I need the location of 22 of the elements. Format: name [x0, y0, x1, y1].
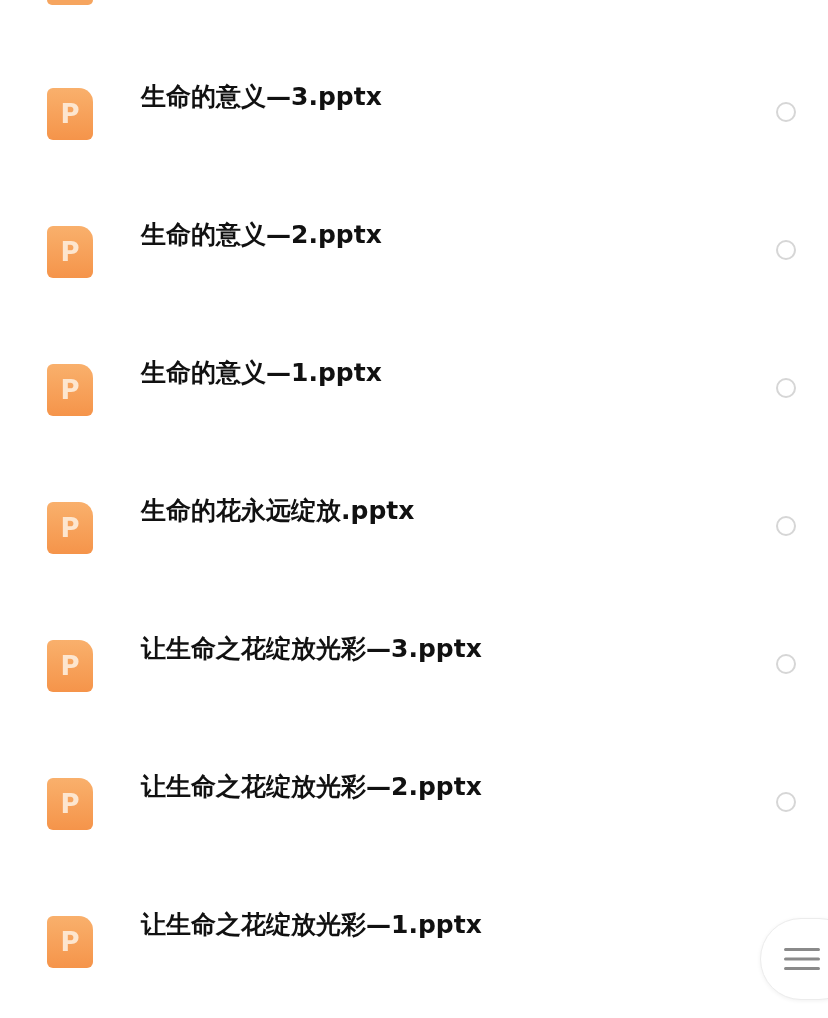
select-radio[interactable]: [776, 516, 796, 536]
file-icon: [47, 0, 93, 5]
file-icon: P: [47, 364, 93, 416]
file-icon: P: [47, 88, 93, 140]
file-icon: P: [47, 778, 93, 830]
file-name[interactable]: 生命的意义—2.pptx: [141, 220, 382, 250]
file-icon: P: [47, 640, 93, 692]
file-name[interactable]: 生命的意义—3.pptx: [141, 82, 382, 112]
select-radio[interactable]: [776, 378, 796, 398]
select-radio[interactable]: [776, 102, 796, 122]
select-radio[interactable]: [776, 792, 796, 812]
file-name[interactable]: 让生命之花绽放光彩—3.pptx: [141, 634, 482, 664]
file-icon: P: [47, 916, 93, 968]
select-radio[interactable]: [776, 240, 796, 260]
file-name[interactable]: 生命的意义—1.pptx: [141, 358, 382, 388]
file-name[interactable]: 让生命之花绽放光彩—2.pptx: [141, 772, 482, 802]
file-icon: P: [47, 226, 93, 278]
select-radio[interactable]: [776, 654, 796, 674]
file-icon: P: [47, 502, 93, 554]
menu-icon: [784, 947, 820, 971]
file-name[interactable]: 生命的花永远绽放.pptx: [141, 496, 415, 526]
file-name[interactable]: 让生命之花绽放光彩—1.pptx: [141, 910, 482, 940]
